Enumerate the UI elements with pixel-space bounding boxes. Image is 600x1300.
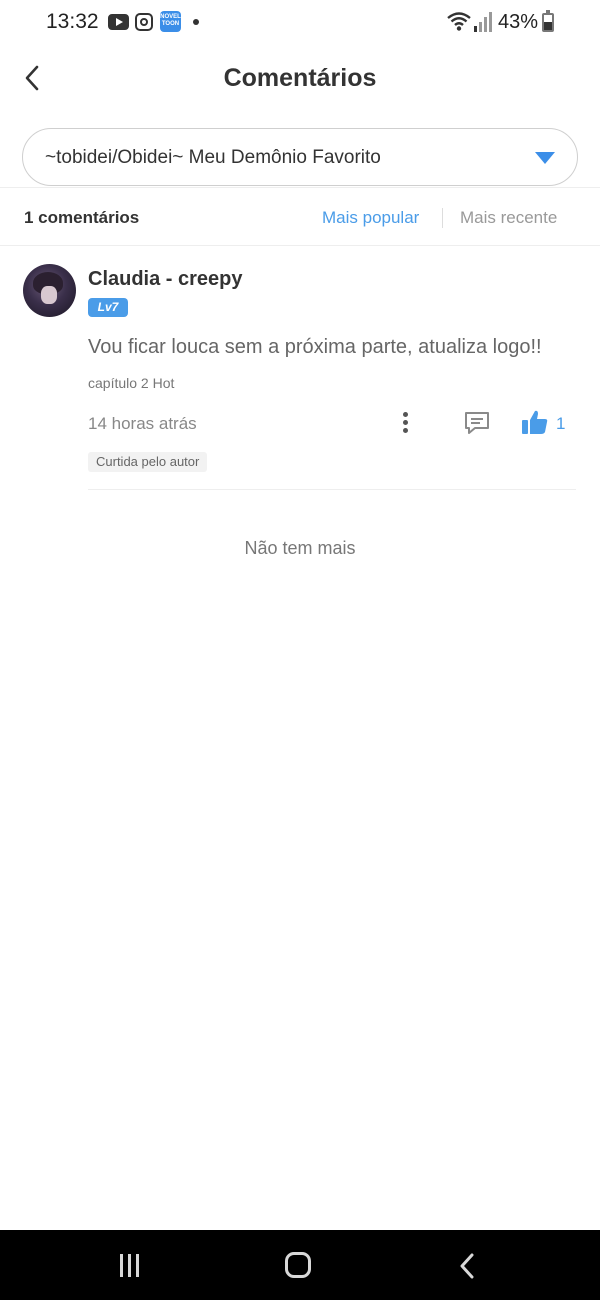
status-bar: 13:32 NOVEL TOON 43%: [0, 0, 600, 46]
more-dots-icon: [403, 412, 408, 417]
system-nav-bar: [0, 1230, 600, 1300]
youtube-icon: [108, 14, 129, 30]
like-count: 1: [556, 414, 566, 433]
more-dots-icon: [403, 428, 408, 433]
home-button[interactable]: [285, 1252, 311, 1278]
comment-icon: [465, 412, 489, 434]
recent-apps-icon: [128, 1254, 131, 1277]
wifi-icon: [447, 12, 471, 31]
comment-count: 1 comentários: [24, 208, 140, 227]
notification-dot-icon: [193, 19, 199, 25]
divider: [88, 489, 576, 490]
signal-icon: [474, 12, 492, 32]
comment-text: Vou ficar louca sem a próxima parte, atu…: [88, 336, 542, 358]
sort-popular-tab[interactable]: Mais popular: [322, 208, 419, 228]
work-selector-value: ~tobidei/Obidei~ Meu Demônio Favorito: [45, 147, 381, 168]
nav-back-button[interactable]: [456, 1252, 478, 1280]
battery-percent: 43%: [498, 11, 539, 33]
comment-chapter: capítulo 2 Hot: [88, 375, 175, 391]
recent-apps-icon: [136, 1254, 139, 1277]
comment-username[interactable]: Claudia - creepy: [88, 268, 243, 291]
back-icon: [460, 1253, 474, 1279]
avatar[interactable]: [23, 264, 76, 317]
comment-item: Claudia - creepy Lv7 Vou ficar louca sem…: [0, 246, 600, 490]
caret-down-icon: [535, 152, 555, 164]
liked-by-author-tag: Curtida pelo autor: [88, 452, 208, 472]
header: Comentários: [0, 46, 600, 112]
comment-timestamp: 14 horas atrás: [88, 414, 197, 433]
level-badge: Lv7: [88, 298, 128, 317]
work-selector-dropdown[interactable]: ~tobidei/Obidei~ Meu Demônio Favorito: [22, 128, 578, 186]
noveltoon-icon: NOVEL TOON: [160, 11, 181, 32]
more-dots-icon: [403, 420, 408, 425]
status-time: 13:32: [46, 10, 99, 33]
like-button[interactable]: [521, 408, 549, 436]
reply-button[interactable]: [463, 410, 491, 436]
sort-bar: 1 comentários Mais popular Mais recente: [0, 188, 600, 246]
recent-apps-button[interactable]: [118, 1254, 142, 1278]
recent-apps-icon: [120, 1254, 123, 1277]
battery-icon: [542, 10, 554, 32]
thumbs-up-icon: [522, 410, 548, 434]
instagram-icon: [135, 13, 153, 31]
more-options-button[interactable]: [398, 410, 414, 436]
page-title: Comentários: [223, 64, 377, 92]
no-more-label: Não tem mais: [244, 538, 356, 558]
sort-separator: [442, 208, 443, 228]
sort-recent-tab[interactable]: Mais recente: [460, 208, 557, 228]
